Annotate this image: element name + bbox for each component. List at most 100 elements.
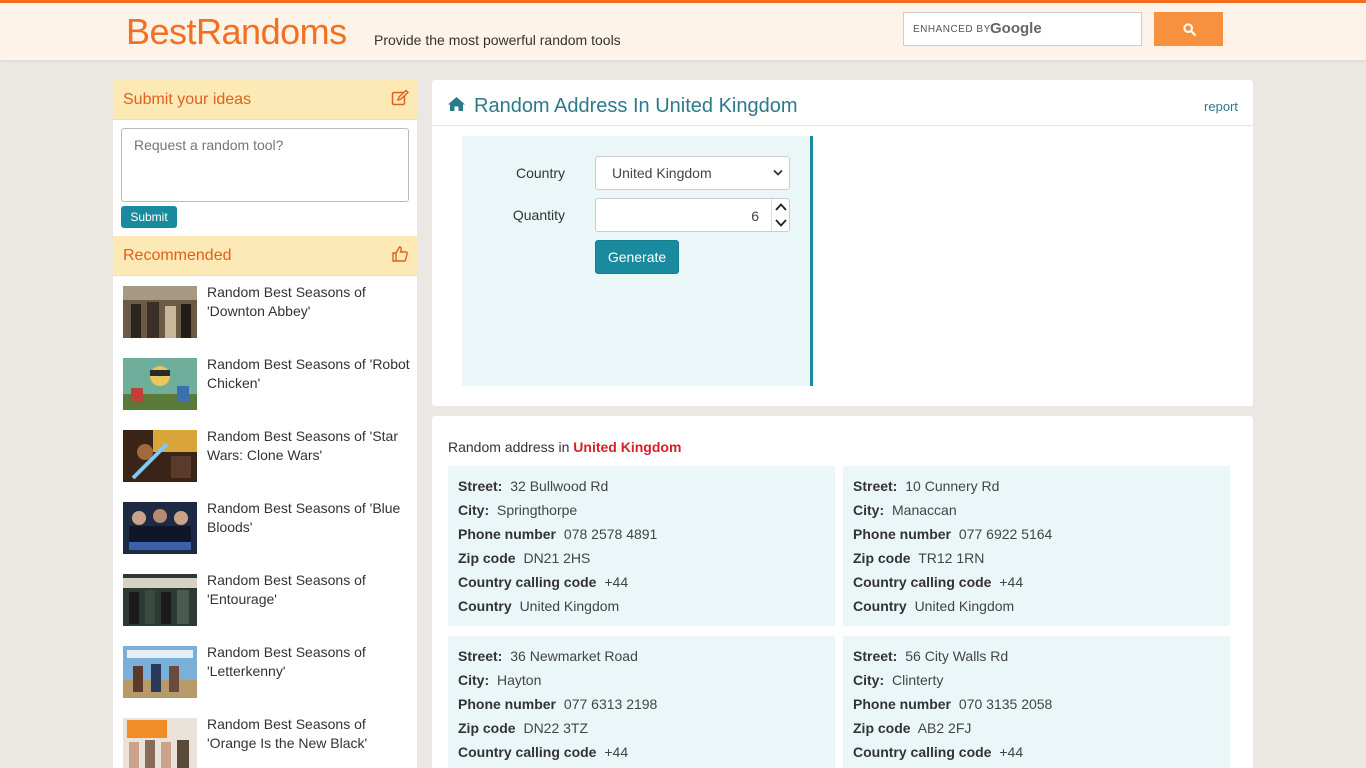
site-tagline: Provide the most powerful random tools bbox=[374, 32, 621, 48]
address-row-calling-code: Country calling code +44 bbox=[458, 744, 629, 760]
search-button[interactable] bbox=[1154, 12, 1223, 46]
address-row-city: City: Hayton bbox=[458, 672, 542, 688]
search-icon bbox=[1183, 23, 1196, 36]
phone-value: 078 2578 4891 bbox=[563, 526, 658, 542]
recommended-item-label: Random Best Seasons of 'Orange Is the Ne… bbox=[207, 716, 368, 751]
show-poster-image bbox=[123, 646, 197, 698]
address-row-city: City: Manaccan bbox=[853, 502, 957, 518]
generate-button[interactable]: Generate bbox=[595, 240, 679, 274]
quantity-label: Quantity bbox=[512, 207, 565, 223]
spinner-arrows-icon bbox=[775, 203, 787, 227]
phone-value: 077 6922 5164 bbox=[958, 526, 1053, 542]
report-link[interactable]: report bbox=[1204, 99, 1238, 114]
street-value: 36 Newmarket Road bbox=[510, 648, 638, 664]
address-row-country: Country United Kingdom bbox=[853, 598, 1015, 614]
address-row-phone: Phone number 077 6313 2198 bbox=[458, 696, 658, 712]
results-prefix: Random address in bbox=[448, 439, 570, 455]
address-card: Street: 10 Cunnery Rd City: Manaccan Pho… bbox=[843, 466, 1230, 626]
zip-value: TR12 1RN bbox=[918, 550, 985, 566]
show-poster-image bbox=[123, 430, 197, 482]
address-row-zip: Zip code TR12 1RN bbox=[853, 550, 985, 566]
zip-value: DN22 3TZ bbox=[523, 720, 589, 736]
city-value: Springthorpe bbox=[497, 502, 578, 518]
recommended-item-label: Random Best Seasons of 'Robot Chicken' bbox=[207, 356, 410, 391]
show-poster-image bbox=[123, 574, 197, 626]
recommended-item[interactable]: Random Best Seasons of 'Blue Bloods' bbox=[113, 496, 417, 556]
address-row-street: Street: 56 City Walls Rd bbox=[853, 648, 1009, 664]
city-value: Hayton bbox=[497, 672, 542, 688]
sidebar: Submit your ideas Submit Recommended Ran… bbox=[113, 80, 417, 768]
results-card: Random address in United Kingdom Street:… bbox=[432, 416, 1253, 768]
country-select-value: United Kingdom bbox=[612, 165, 712, 181]
show-poster-image bbox=[123, 502, 197, 554]
recommended-item-label: Random Best Seasons of 'Entourage' bbox=[207, 572, 366, 607]
quantity-stepper[interactable]: 6 bbox=[595, 198, 790, 232]
show-poster-image bbox=[123, 286, 197, 338]
quantity-spinner[interactable] bbox=[771, 199, 789, 231]
generator-card-header: Random Address In United Kingdom report bbox=[432, 80, 1253, 126]
recommended-item-label: Random Best Seasons of 'Star Wars: Clone… bbox=[207, 428, 398, 463]
ideas-title: Submit your ideas bbox=[123, 91, 252, 108]
address-card: Street: 32 Bullwood Rd City: Springthorp… bbox=[448, 466, 835, 626]
address-card: Street: 56 City Walls Rd City: Clinterty… bbox=[843, 636, 1230, 768]
zip-value: AB2 2FJ bbox=[917, 720, 972, 736]
quantity-value: 6 bbox=[751, 208, 759, 224]
calling-code-value: +44 bbox=[604, 574, 629, 590]
edit-icon bbox=[391, 89, 409, 106]
recommended-item[interactable]: Random Best Seasons of 'Entourage' bbox=[113, 568, 417, 628]
street-value: 32 Bullwood Rd bbox=[510, 478, 609, 494]
recommended-item-label: Random Best Seasons of 'Downton Abbey' bbox=[207, 284, 366, 319]
recommended-header: Recommended bbox=[113, 236, 417, 276]
generator-form: Country United Kingdom Quantity 6 Genera… bbox=[462, 136, 813, 386]
country-label: Country bbox=[515, 165, 565, 181]
site-logo[interactable]: BestRandoms bbox=[126, 11, 347, 53]
calling-code-value: +44 bbox=[999, 574, 1024, 590]
address-row-calling-code: Country calling code +44 bbox=[853, 744, 1024, 760]
address-row-street: Street: 36 Newmarket Road bbox=[458, 648, 638, 664]
address-row-zip: Zip code AB2 2FJ bbox=[853, 720, 972, 736]
city-value: Manaccan bbox=[892, 502, 957, 518]
recommended-item[interactable]: Random Best Seasons of 'Orange Is the Ne… bbox=[113, 712, 417, 768]
recommended-item[interactable]: Random Best Seasons of 'Star Wars: Clone… bbox=[113, 424, 417, 484]
country-value: United Kingdom bbox=[519, 598, 620, 614]
recommended-item-label: Random Best Seasons of 'Blue Bloods' bbox=[207, 500, 401, 535]
submit-button[interactable]: Submit bbox=[121, 206, 177, 228]
recommended-item[interactable]: Random Best Seasons of 'Downton Abbey' bbox=[113, 280, 417, 340]
recommended-item-label: Random Best Seasons of 'Letterkenny' bbox=[207, 644, 366, 679]
results-country: United Kingdom bbox=[573, 439, 682, 455]
address-row-street: Street: 32 Bullwood Rd bbox=[458, 478, 609, 494]
country-select[interactable]: United Kingdom bbox=[595, 156, 790, 190]
city-value: Clinterty bbox=[892, 672, 944, 688]
country-value: United Kingdom bbox=[914, 598, 1015, 614]
address-row-zip: Zip code DN21 2HS bbox=[458, 550, 591, 566]
generator-card: Random Address In United Kingdom report … bbox=[432, 80, 1253, 406]
results-heading: Random address in United Kingdom bbox=[448, 439, 681, 455]
address-row-phone: Phone number 077 6922 5164 bbox=[853, 526, 1053, 542]
address-row-zip: Zip code DN22 3TZ bbox=[458, 720, 589, 736]
street-value: 10 Cunnery Rd bbox=[905, 478, 1000, 494]
address-row-street: Street: 10 Cunnery Rd bbox=[853, 478, 1000, 494]
zip-value: DN21 2HS bbox=[523, 550, 591, 566]
calling-code-value: +44 bbox=[999, 744, 1024, 760]
address-row-country: Country United Kingdom bbox=[458, 598, 620, 614]
phone-value: 070 3135 2058 bbox=[958, 696, 1053, 712]
address-row-calling-code: Country calling code +44 bbox=[458, 574, 629, 590]
home-icon[interactable] bbox=[447, 96, 466, 112]
address-row-city: City: Springthorpe bbox=[458, 502, 578, 518]
phone-value: 077 6313 2198 bbox=[563, 696, 658, 712]
show-poster-image bbox=[123, 358, 197, 410]
street-value: 56 City Walls Rd bbox=[905, 648, 1009, 664]
search-box[interactable]: ENHANCED BY Google bbox=[903, 12, 1142, 46]
chevron-down-icon bbox=[773, 169, 783, 176]
address-card: Street: 36 Newmarket Road City: Hayton P… bbox=[448, 636, 835, 768]
page-title: Random Address In United Kingdom bbox=[474, 95, 798, 117]
recommended-item[interactable]: Random Best Seasons of 'Robot Chicken' bbox=[113, 352, 417, 412]
address-row-phone: Phone number 070 3135 2058 bbox=[853, 696, 1053, 712]
address-row-calling-code: Country calling code +44 bbox=[853, 574, 1024, 590]
calling-code-value: +44 bbox=[604, 744, 629, 760]
idea-textarea[interactable] bbox=[121, 128, 409, 202]
recommended-item[interactable]: Random Best Seasons of 'Letterkenny' bbox=[113, 640, 417, 700]
address-row-city: City: Clinterty bbox=[853, 672, 944, 688]
thumbs-up-icon bbox=[392, 246, 408, 262]
search-input[interactable] bbox=[904, 13, 1141, 45]
